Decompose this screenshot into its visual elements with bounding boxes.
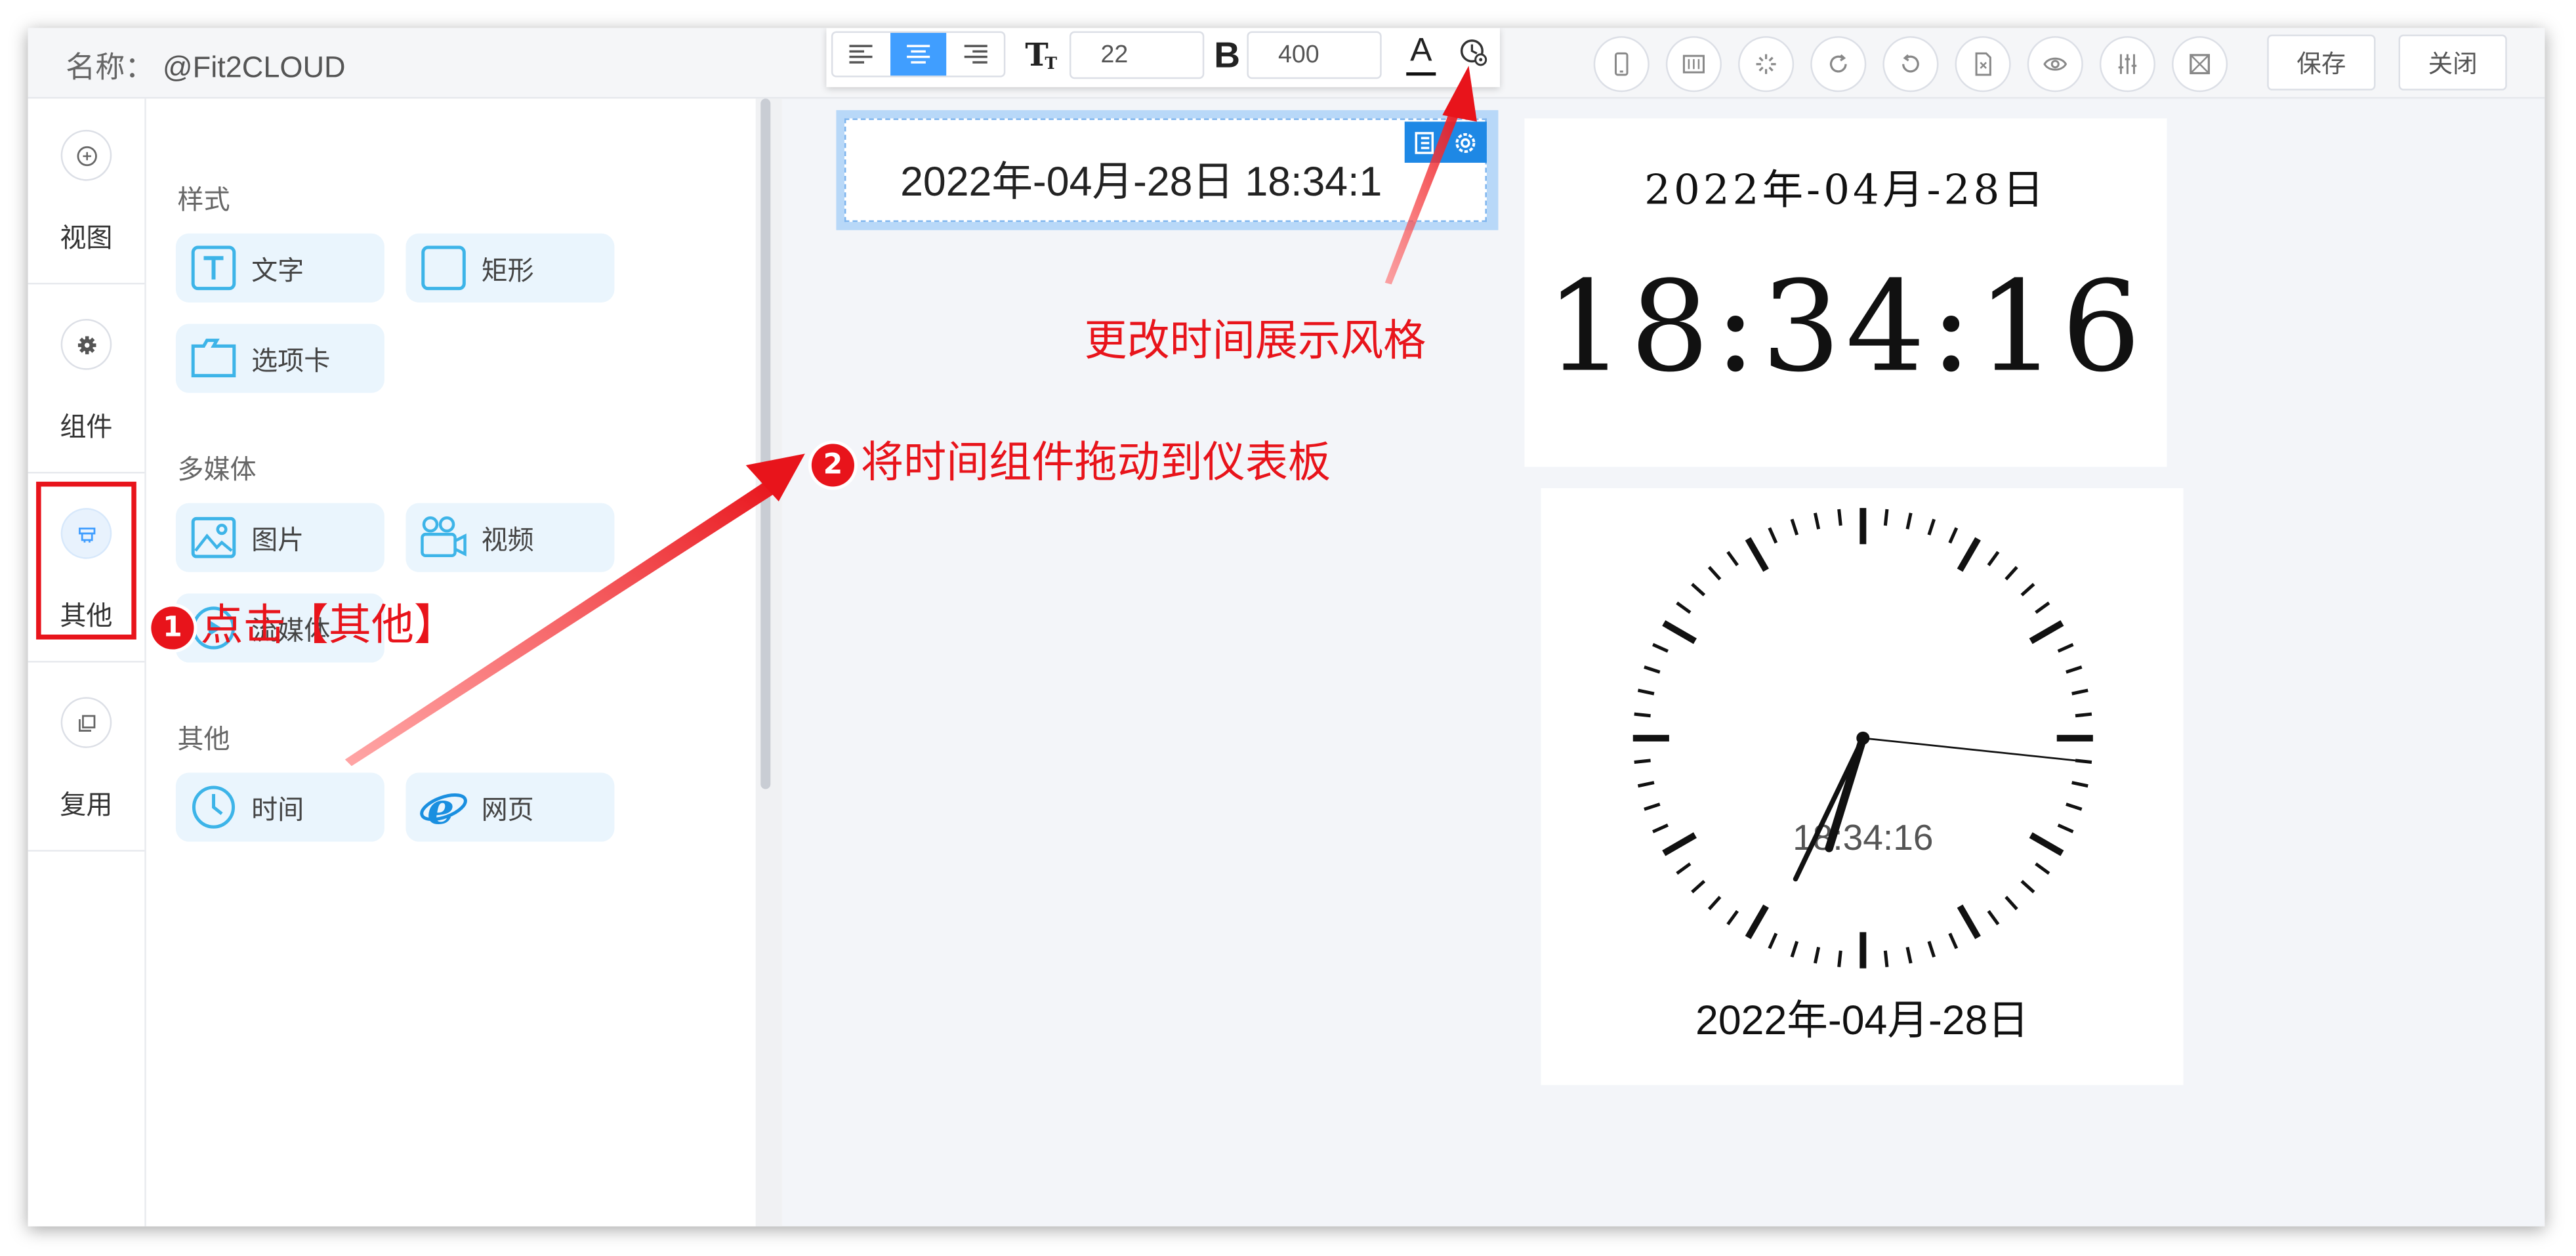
style-arrow-head [1442,66,1477,122]
step1-badge: 1 [151,606,194,649]
step2-badge: 2 [811,443,854,486]
step2-annotation: 2 将时间组件拖动到仪表板 [811,429,1331,490]
step1-annotation: 1 点击【其他】 [151,592,457,653]
step1-text: 点击【其他】 [200,601,457,652]
style-hint-annotation: 更改时间展示风格 [1084,317,1426,367]
step2-text: 将时间组件拖动到仪表板 [860,438,1331,489]
style-arrow-shaft [1384,95,1466,285]
